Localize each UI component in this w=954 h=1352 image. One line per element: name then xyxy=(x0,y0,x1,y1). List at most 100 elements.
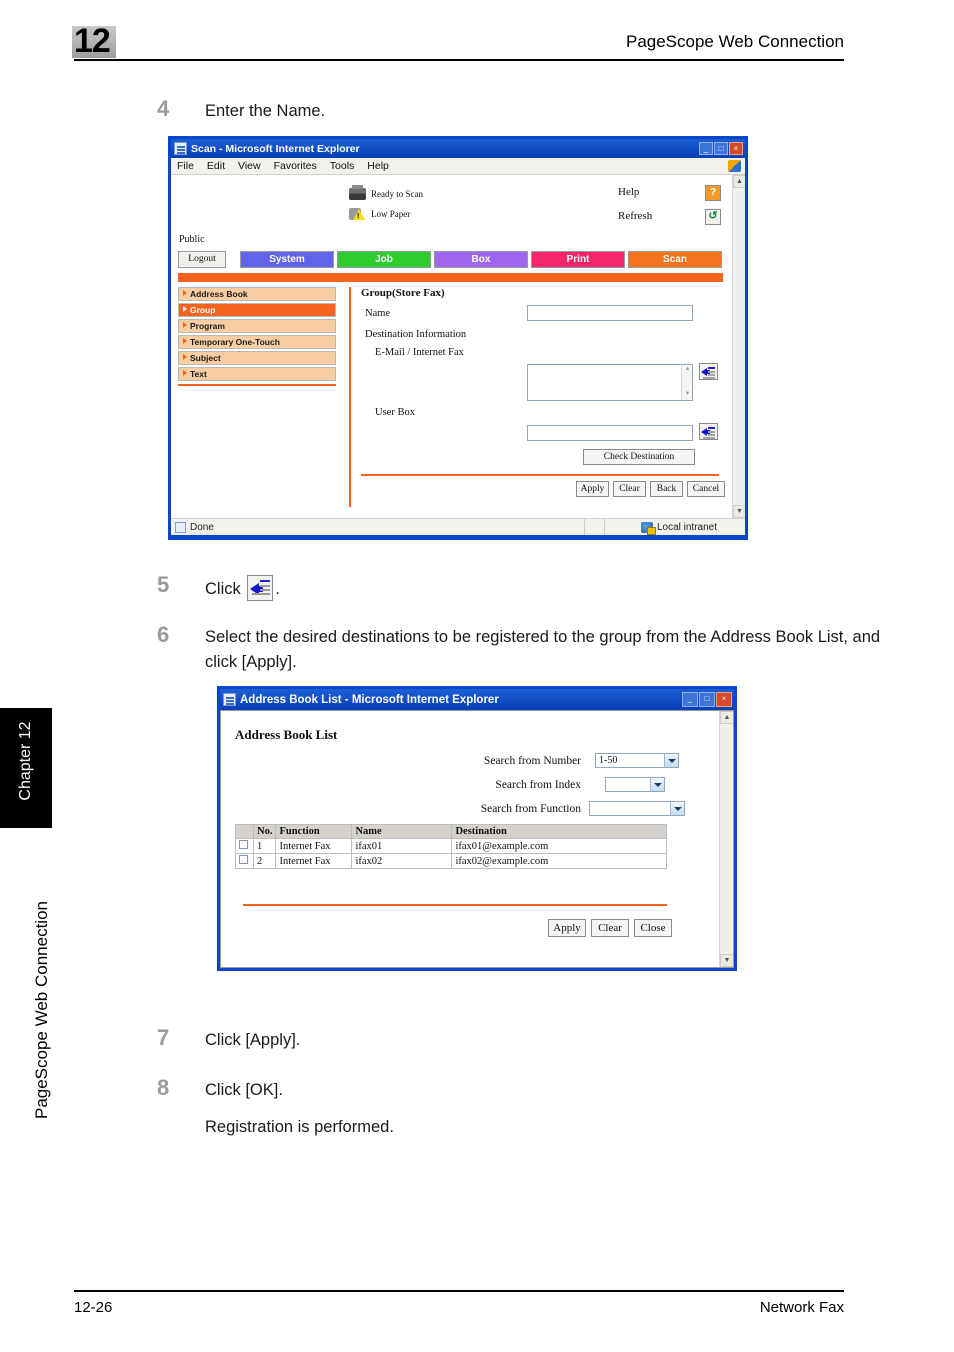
step-6-text: Select the desired destinations to be re… xyxy=(205,628,881,671)
row-no: 2 xyxy=(252,853,277,869)
check-destination-button[interactable]: Check Destination xyxy=(583,449,695,465)
close-button[interactable]: × xyxy=(716,692,732,707)
sidebar-item-group[interactable]: Group xyxy=(178,303,336,317)
row-checkbox-cell[interactable] xyxy=(235,853,254,869)
scan-window-titlebar: Scan - Microsoft Internet Explorer _ □ × xyxy=(171,139,745,158)
cancel-button[interactable]: Cancel xyxy=(687,481,725,497)
abl-clear-button[interactable]: Clear xyxy=(591,919,629,937)
sidebar-item-temporary-one-touch[interactable]: Temporary One-Touch xyxy=(178,335,336,349)
name-input[interactable] xyxy=(527,305,693,321)
menu-item-edit[interactable]: Edit xyxy=(207,160,225,172)
table-row[interactable]: 1 Internet Fax ifax01 ifax01@example.com xyxy=(235,838,667,854)
sidebar-item-address-book[interactable]: Address Book xyxy=(178,287,336,301)
maximize-button[interactable]: □ xyxy=(699,692,715,707)
user-box-input[interactable] xyxy=(527,425,693,441)
column-name: Name xyxy=(351,824,453,839)
row-checkbox-cell[interactable] xyxy=(235,838,254,854)
tab-print[interactable]: Print xyxy=(531,251,625,268)
abl-titlebar: Address Book List - Microsoft Internet E… xyxy=(220,689,734,710)
abl-close-button[interactable]: Close xyxy=(634,919,672,937)
abl-scrollbar[interactable]: ▲ ▼ xyxy=(719,711,733,967)
low-paper-warning-icon xyxy=(349,207,366,221)
search-from-function-row: Search from Function xyxy=(401,801,701,816)
sidebar-item-text[interactable]: Text xyxy=(178,367,336,381)
status-ready-row: Ready to Scan xyxy=(349,185,423,200)
row-checkbox[interactable] xyxy=(239,855,248,864)
step-4-number: 4 xyxy=(157,96,170,121)
abl-apply-button[interactable]: Apply xyxy=(548,919,586,937)
step-5-text-before: Click xyxy=(205,580,241,598)
scan-window-statusbar: Done Local intranet xyxy=(171,518,745,535)
user-label: Public xyxy=(179,234,205,245)
sidebar-item-label: Group xyxy=(190,305,216,315)
chevron-down-icon[interactable] xyxy=(664,754,678,767)
content-divider xyxy=(349,287,351,507)
globe-icon xyxy=(640,521,656,535)
sidebar-item-subject[interactable]: Subject xyxy=(178,351,336,365)
row-name: ifax01 xyxy=(351,838,453,854)
sidebar-item-label: Address Book xyxy=(190,289,248,299)
email-internet-fax-label: E-Mail / Internet Fax xyxy=(375,347,464,358)
refresh-label[interactable]: Refresh xyxy=(618,210,652,222)
maximize-button[interactable]: □ xyxy=(714,142,728,155)
menu-item-file[interactable]: File xyxy=(177,160,194,172)
page-header: 12 PageScope Web Connection xyxy=(0,0,954,72)
step-4-text: Enter the Name. xyxy=(205,102,326,120)
abl-divider xyxy=(243,904,667,906)
step-5-text: Click . xyxy=(205,575,280,602)
page-title: PageScope Web Connection xyxy=(625,32,844,51)
step-7-text: Click [Apply]. xyxy=(205,1031,301,1049)
tab-scan[interactable]: Scan xyxy=(628,251,722,268)
scan-window-scrollbar[interactable]: ▲ ▼ xyxy=(732,175,745,518)
destination-information-label: Destination Information xyxy=(365,329,467,340)
sidebar-item-program[interactable]: Program xyxy=(178,319,336,333)
user-box-label: User Box xyxy=(375,407,415,418)
email-destinations-textarea[interactable]: ▲ ▼ xyxy=(527,364,693,401)
status-lowpaper-label: Low Paper xyxy=(371,209,411,219)
help-label[interactable]: Help xyxy=(618,186,639,198)
search-from-number-value: 1-50 xyxy=(599,755,618,766)
search-from-function-select[interactable] xyxy=(589,801,685,816)
search-from-number-select[interactable]: 1-50 xyxy=(595,753,679,768)
logout-button[interactable]: Logout xyxy=(178,251,226,268)
minimize-button[interactable]: _ xyxy=(699,142,713,155)
sidebar-item-label: Subject xyxy=(190,353,221,363)
menu-item-help[interactable]: Help xyxy=(367,160,389,172)
address-book-icon[interactable] xyxy=(247,575,274,601)
menu-item-favorites[interactable]: Favorites xyxy=(274,160,317,172)
abl-title: Address Book List - Microsoft Internet E… xyxy=(240,693,499,706)
close-button[interactable]: × xyxy=(729,142,743,155)
windows-flag-icon xyxy=(728,160,741,172)
question-mark-icon[interactable]: ? xyxy=(705,185,721,201)
chevron-down-icon[interactable] xyxy=(650,778,664,791)
chapter-tab-label: Chapter 12 xyxy=(17,721,34,801)
tab-system[interactable]: System xyxy=(240,251,334,268)
apply-button[interactable]: Apply xyxy=(576,481,609,497)
tab-box[interactable]: Box xyxy=(434,251,528,268)
tab-job[interactable]: Job xyxy=(337,251,431,268)
back-button[interactable]: Back xyxy=(650,481,683,497)
scan-window-content: Ready to Scan Low Paper Help ? Refresh ↺… xyxy=(171,175,745,518)
email-address-book-icon[interactable] xyxy=(699,363,718,380)
ie-page-icon xyxy=(175,521,186,533)
row-checkbox[interactable] xyxy=(239,840,248,849)
search-from-index-select[interactable] xyxy=(605,777,665,792)
menu-item-view[interactable]: View xyxy=(238,160,261,172)
search-from-function-label: Search from Function xyxy=(480,802,581,815)
bullet-arrow-icon xyxy=(183,338,187,344)
userbox-address-book-icon[interactable] xyxy=(699,423,718,440)
row-function: Internet Fax xyxy=(275,853,353,869)
main-nav: Logout System Job Box Print Scan xyxy=(178,251,725,268)
row-name: ifax02 xyxy=(351,853,453,869)
table-row[interactable]: 2 Internet Fax ifax02 ifax02@example.com xyxy=(235,853,667,869)
textarea-scrollbar[interactable]: ▲ ▼ xyxy=(681,365,692,400)
row-function: Internet Fax xyxy=(275,838,353,854)
minimize-button[interactable]: _ xyxy=(682,692,698,707)
chevron-down-icon[interactable] xyxy=(670,802,684,815)
menu-item-tools[interactable]: Tools xyxy=(330,160,355,172)
refresh-arrows-icon[interactable]: ↺ xyxy=(705,209,721,225)
clear-button[interactable]: Clear xyxy=(613,481,646,497)
bullet-arrow-icon xyxy=(183,370,187,376)
search-from-number-label: Search from Number xyxy=(483,754,581,767)
row-no: 1 xyxy=(252,838,277,854)
